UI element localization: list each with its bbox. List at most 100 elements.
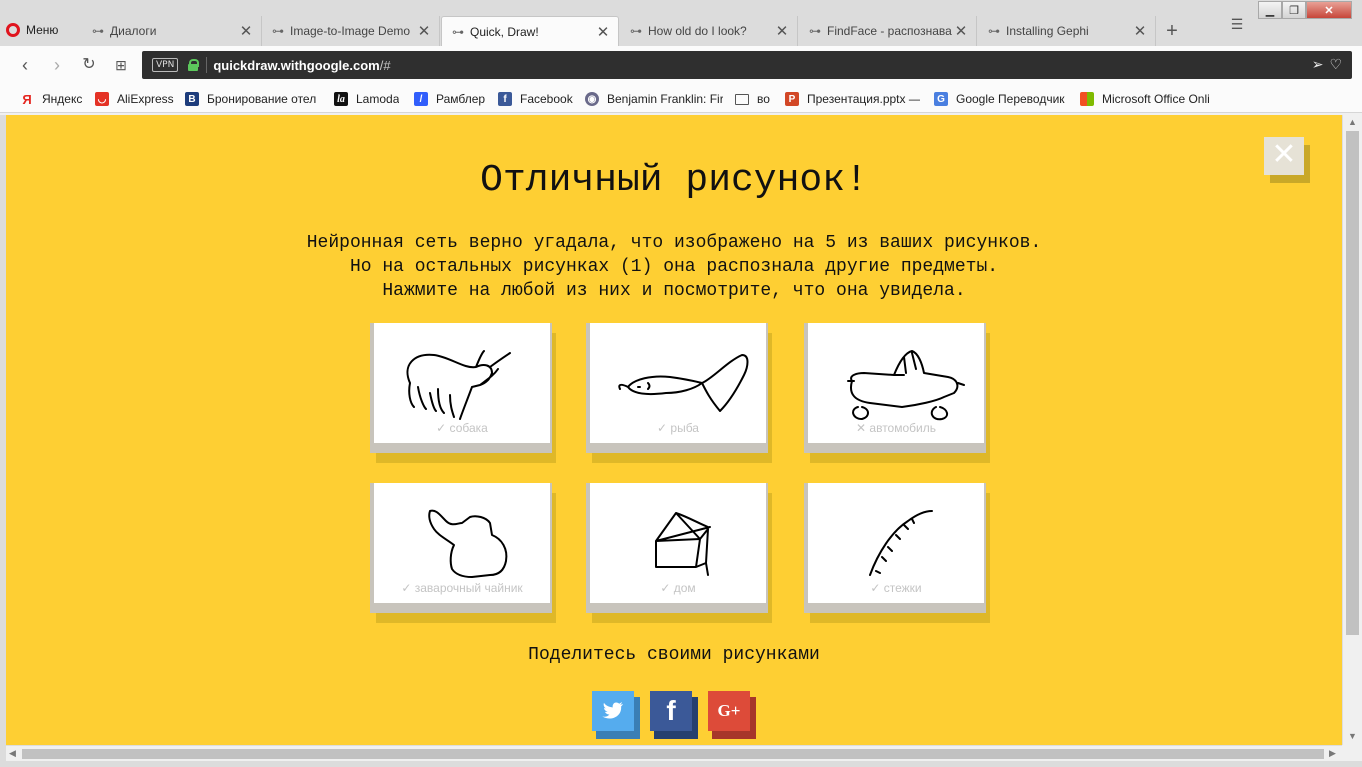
scroll-up-icon[interactable]: ▲ (1348, 117, 1357, 127)
tab-menu-icon[interactable]: ☰ (1227, 16, 1247, 36)
card-face: ✓ собака (374, 323, 550, 443)
tab-findface[interactable]: ⊶ FindFace - распознава ✕ (799, 16, 977, 46)
incognito-icon: ⊶ (92, 24, 104, 38)
bookmark-yandex[interactable]: Я Яндекс (20, 90, 82, 108)
google-plus-icon: G+ (708, 691, 750, 731)
drawing-card-house[interactable]: ✓ дом (586, 483, 772, 623)
bookmark-label: во (757, 92, 770, 106)
tab-how-old[interactable]: ⊶ How old do I look? ✕ (620, 16, 798, 46)
facebook-icon: f (650, 691, 692, 731)
facebook-share-button[interactable]: f (650, 691, 698, 739)
incognito-icon: ⊶ (452, 24, 464, 39)
card-face: ✓ дом (590, 483, 766, 603)
quickdraw-results-page: ✕ Отличный рисунок! Нейронная сеть верно… (6, 115, 1342, 745)
card-label: ✓ рыба (657, 421, 699, 435)
bookmark-folder[interactable]: во (735, 90, 770, 108)
drawing-card-stitches[interactable]: ✓ стежки (804, 483, 990, 623)
window-edge (0, 761, 1362, 767)
card-label: ✕ автомобиль (856, 421, 936, 435)
result-description: Нейронная сеть верно угадала, что изобра… (6, 231, 1342, 303)
reload-button[interactable]: ↻ (78, 54, 100, 76)
send-icon[interactable]: ➢ (1312, 56, 1324, 73)
scroll-left-icon[interactable]: ◀ (9, 748, 16, 759)
google-plus-share-button[interactable]: G+ (708, 691, 756, 739)
opera-menu-button[interactable]: Меню (6, 18, 58, 42)
lamoda-icon: la (334, 92, 348, 106)
description-line: Нейронная сеть верно угадала, что изобра… (306, 233, 1042, 253)
bookmark-facebook[interactable]: f Facebook (498, 90, 573, 108)
url-separator (206, 57, 208, 73)
bookmark-label: Benjamin Franklin: Fir (607, 92, 723, 106)
bookmark-label: Презентация.pptx — (807, 92, 920, 106)
horizontal-scrollbar[interactable]: ◀ ▶ (6, 745, 1342, 761)
page-title: Отличный рисунок! (480, 159, 868, 202)
scrollbar-thumb[interactable] (22, 749, 1324, 759)
new-tab-button[interactable]: + (1162, 20, 1182, 42)
bookmark-lamoda[interactable]: la Lamoda (334, 90, 399, 108)
bookmark-label: Бронирование отел (207, 92, 317, 106)
incognito-icon: ⊶ (809, 24, 821, 38)
bookmark-benjamin-franklin[interactable]: ◉ Benjamin Franklin: Fir (585, 90, 723, 108)
tab-installing-gephi[interactable]: ⊶ Installing Gephi ✕ (978, 16, 1156, 46)
powerpoint-icon: P (785, 92, 799, 106)
twitter-share-button[interactable] (592, 691, 640, 739)
aliexpress-icon: ◡ (95, 92, 109, 106)
incognito-icon: ⊶ (988, 24, 1000, 38)
speed-dial-icon[interactable]: ⊞ (110, 54, 132, 76)
folder-icon (735, 93, 749, 105)
tab-title: Installing Gephi (1006, 24, 1089, 38)
booking-icon: B (185, 92, 199, 106)
bookmark-label: Facebook (520, 92, 573, 106)
drawing-card-car[interactable]: ✕ автомобиль (804, 323, 990, 463)
description-line: Но на остальных рисунках (1) она распозн… (349, 257, 999, 277)
card-label: ✓ стежки (870, 581, 922, 595)
bookmark-presentation[interactable]: P Презентация.pptx — (785, 90, 920, 108)
drawing-card-fish[interactable]: ✓ рыба (586, 323, 772, 463)
close-icon[interactable]: ✕ (237, 22, 255, 40)
card-face: ✓ заварочный чайник (374, 483, 550, 603)
maximize-button[interactable]: ❐ (1282, 1, 1306, 19)
seal-icon: ◉ (585, 92, 599, 106)
address-bar[interactable]: VPN quickdraw.withgoogle.com/# ➢ ♡ (142, 51, 1352, 79)
scroll-right-icon[interactable]: ▶ (1329, 748, 1336, 759)
card-label: ✓ дом (660, 581, 696, 595)
share-heading: Поделитесь своими рисунками (528, 645, 820, 665)
bookmark-label: Microsoft Office Onli (1102, 92, 1210, 106)
bookmark-google-translate[interactable]: G Google Переводчик (934, 90, 1065, 108)
bookmark-label: Яндекс (42, 92, 83, 106)
bookmark-rambler[interactable]: / Рамблер (414, 90, 485, 108)
close-icon[interactable]: ✕ (594, 23, 612, 41)
card-face: ✓ рыба (590, 323, 766, 443)
bookmark-office-online[interactable]: Microsoft Office Onli (1080, 90, 1216, 108)
lock-icon[interactable] (188, 59, 200, 71)
bookmark-aliexpress[interactable]: ◡ AliExpress (95, 90, 174, 108)
back-button[interactable]: ‹ (14, 54, 36, 76)
tab-image-to-image[interactable]: ⊶ Image-to-Image Demo ✕ (262, 16, 440, 46)
scroll-down-icon[interactable]: ▼ (1348, 731, 1357, 741)
close-icon[interactable]: ✕ (415, 22, 433, 40)
close-icon[interactable]: ✕ (1131, 22, 1149, 40)
tab-dialogs[interactable]: ⊶ Диалоги ✕ (82, 16, 262, 46)
bookmark-booking[interactable]: B Бронирование отел (185, 90, 325, 108)
drawing-card-teapot[interactable]: ✓ заварочный чайник (370, 483, 556, 623)
close-icon[interactable]: ✕ (773, 22, 791, 40)
minimize-button[interactable]: ▁ (1258, 1, 1282, 19)
tab-bar: Меню ⊶ Диалоги ✕ ⊶ Image-to-Image Demo ✕… (0, 0, 1362, 46)
card-face: ✕ автомобиль (808, 323, 984, 443)
url-text[interactable]: quickdraw.withgoogle.com/# (213, 58, 390, 73)
forward-button[interactable]: › (46, 54, 68, 76)
vertical-scrollbar[interactable]: ▲ ▼ (1342, 115, 1362, 745)
heart-icon[interactable]: ♡ (1329, 56, 1342, 73)
close-icon[interactable]: ✕ (952, 22, 970, 40)
scrollbar-thumb[interactable] (1346, 131, 1359, 635)
card-label: ✓ заварочный чайник (401, 581, 523, 595)
drawing-card-dog[interactable]: ✓ собака (370, 323, 556, 463)
vpn-badge[interactable]: VPN (152, 58, 179, 72)
window-controls: ▁ ❐ ✕ (1258, 1, 1352, 19)
tab-title: Image-to-Image Demo (290, 24, 411, 38)
bookmark-label: AliExpress (117, 92, 174, 106)
card-label: ✓ собака (436, 421, 488, 435)
bookmark-label: Lamoda (356, 92, 400, 106)
window-close-button[interactable]: ✕ (1306, 1, 1352, 19)
tab-quick-draw[interactable]: ⊶ Quick, Draw! ✕ (441, 16, 619, 46)
